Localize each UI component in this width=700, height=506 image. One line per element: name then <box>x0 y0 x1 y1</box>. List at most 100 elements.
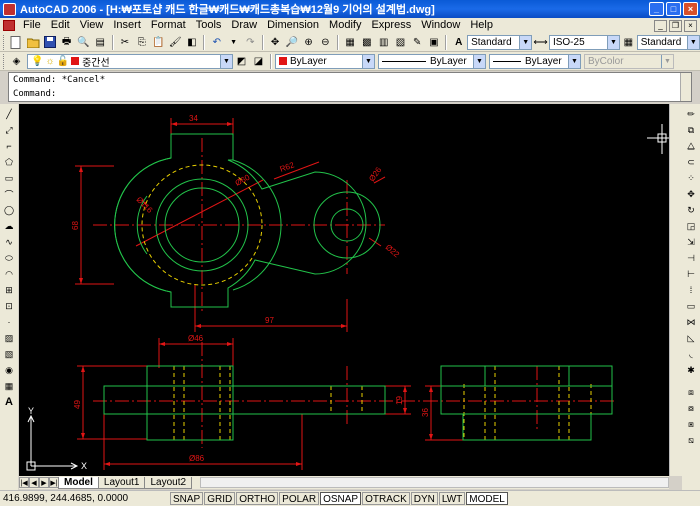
mtext-icon[interactable]: A <box>2 395 16 409</box>
redo-icon[interactable]: ↷ <box>243 35 258 50</box>
text-style-select[interactable]: Standard ▼ <box>467 34 533 50</box>
undo-dropdown-icon[interactable]: ▼ <box>226 35 241 50</box>
grid-toggle[interactable]: GRID <box>204 492 236 505</box>
dim-style-select[interactable]: ISO-25 ▼ <box>548 34 620 50</box>
command-window[interactable]: Command: *Cancel* Command: <box>8 72 692 102</box>
rotate-icon[interactable]: ↻ <box>684 203 698 217</box>
make-block-icon[interactable]: ⊡ <box>2 299 16 313</box>
menu-express[interactable]: Express <box>366 18 416 33</box>
fillet-icon[interactable]: ◟ <box>684 347 698 361</box>
close-button[interactable]: × <box>683 2 698 16</box>
dim-style-icon[interactable]: ⟷ <box>533 35 548 50</box>
spline-icon[interactable]: ∿ <box>2 235 16 249</box>
offset-icon[interactable]: ⊂ <box>684 155 698 169</box>
join-icon[interactable]: ⋈ <box>684 315 698 329</box>
layer-side-icon[interactable]: ⧅ <box>684 433 698 447</box>
explode-icon[interactable]: ✱ <box>684 363 698 377</box>
tab-first-icon[interactable]: |◀ <box>19 477 29 488</box>
inquiry-icon[interactable]: ⧆ <box>684 417 698 431</box>
revcloud-icon[interactable]: ☁ <box>2 219 16 233</box>
snap-toggle[interactable]: SNAP <box>170 492 204 505</box>
toolbar-grip-2[interactable] <box>3 53 6 69</box>
menu-draw[interactable]: Draw <box>226 18 262 33</box>
table-style-select[interactable]: Standard ▼ <box>636 34 700 50</box>
model-toggle[interactable]: MODEL <box>466 492 508 505</box>
doc-minimize-button[interactable]: _ <box>654 19 667 32</box>
save-icon[interactable] <box>43 35 58 50</box>
sheet-set-icon[interactable]: ▧ <box>393 35 408 50</box>
match-properties-icon[interactable]: 🖌 <box>168 35 183 50</box>
doc-close-button[interactable]: × <box>684 19 697 32</box>
command-scrollbar[interactable] <box>680 73 691 101</box>
gradient-icon[interactable]: ▧ <box>2 347 16 361</box>
properties-icon[interactable]: ▦ <box>343 35 358 50</box>
doc-restore-button[interactable]: ❐ <box>669 19 682 32</box>
polyline-icon[interactable]: ⌐ <box>2 139 16 153</box>
plot-icon[interactable]: 🖶 <box>59 35 74 50</box>
undo-icon[interactable]: ↶ <box>209 35 224 50</box>
zoom-window-icon[interactable]: ⊕ <box>301 35 316 50</box>
block-editor-icon[interactable]: ◧ <box>185 35 200 50</box>
menu-dimension[interactable]: Dimension <box>262 18 324 33</box>
scale-icon[interactable]: ◲ <box>684 219 698 233</box>
menu-file[interactable]: File <box>18 18 46 33</box>
erase-icon[interactable]: ✏ <box>684 107 698 121</box>
zoom-realtime-icon[interactable]: 🔎 <box>284 35 299 50</box>
vertical-scrollbar[interactable] <box>669 104 682 476</box>
menu-format[interactable]: Format <box>146 18 191 33</box>
calculator-icon[interactable]: ▣ <box>427 35 442 50</box>
make-object-layer-current-icon[interactable]: ◩ <box>234 54 249 69</box>
break-icon[interactable]: ▭ <box>684 299 698 313</box>
trim-icon[interactable]: ⊣ <box>684 251 698 265</box>
document-icon[interactable] <box>3 20 15 31</box>
menu-help[interactable]: Help <box>465 18 498 33</box>
layer-previous-icon[interactable]: ◪ <box>251 54 266 69</box>
design-center-icon[interactable]: ▩ <box>360 35 375 50</box>
open-icon[interactable] <box>26 35 41 50</box>
toolbar-grip[interactable] <box>3 34 6 50</box>
draworder-icon[interactable]: ⧈ <box>684 385 698 399</box>
tool-palettes-icon[interactable]: ▥ <box>376 35 391 50</box>
move-icon[interactable]: ✥ <box>684 187 698 201</box>
ellipse-arc-icon[interactable]: ◠ <box>2 267 16 281</box>
osnap-toggle[interactable]: OSNAP <box>320 492 362 505</box>
menu-window[interactable]: Window <box>416 18 465 33</box>
new-icon[interactable] <box>9 35 24 50</box>
polygon-icon[interactable]: ⬠ <box>2 155 16 169</box>
markup-icon[interactable]: ✎ <box>410 35 425 50</box>
menu-insert[interactable]: Insert <box>108 18 146 33</box>
region-icon[interactable]: ◉ <box>2 363 16 377</box>
paste-icon[interactable]: 📋 <box>151 35 166 50</box>
otrack-toggle[interactable]: OTRACK <box>362 492 410 505</box>
command-prompt[interactable]: Command: <box>9 87 691 101</box>
stretch-icon[interactable]: ⇲ <box>684 235 698 249</box>
color-select[interactable]: ByLayer ▼ <box>275 53 375 69</box>
point-icon[interactable]: · <box>2 315 16 329</box>
pan-icon[interactable]: ✥ <box>268 35 283 50</box>
table-style-icon[interactable]: ▦ <box>621 35 636 50</box>
tab-model[interactable]: Model <box>58 476 99 489</box>
horizontal-scrollbar[interactable] <box>200 477 669 488</box>
minimize-button[interactable]: _ <box>649 2 664 16</box>
tab-layout1[interactable]: Layout1 <box>97 476 146 489</box>
array-icon[interactable]: ⁘ <box>684 171 698 185</box>
menu-edit[interactable]: Edit <box>46 18 75 33</box>
xline-icon[interactable]: ⤢ <box>2 123 16 137</box>
lwt-toggle[interactable]: LWT <box>438 492 466 505</box>
layer-select[interactable]: 💡 ☼ 🔓 중간선 ▼ <box>27 53 233 69</box>
text-style-icon[interactable]: A <box>451 35 466 50</box>
zoom-previous-icon[interactable]: ⊖ <box>318 35 333 50</box>
arc-icon[interactable]: ⌒ <box>2 187 16 201</box>
ellipse-icon[interactable]: ⬭ <box>2 251 16 265</box>
circle-icon[interactable]: ◯ <box>2 203 16 217</box>
menu-view[interactable]: View <box>75 18 109 33</box>
coordinate-readout[interactable]: 416.9899, 244.4685, 0.0000 <box>0 493 170 504</box>
hatch-icon[interactable]: ▨ <box>2 331 16 345</box>
maximize-button[interactable]: □ <box>666 2 681 16</box>
layer-manager-icon[interactable]: ◈ <box>9 54 24 69</box>
linetype-select[interactable]: ByLayer ▼ <box>378 53 486 69</box>
menu-modify[interactable]: Modify <box>324 18 366 33</box>
plot-preview-icon[interactable]: 🔍 <box>76 35 91 50</box>
extend-icon[interactable]: ⊢ <box>684 267 698 281</box>
drawing-area[interactable]: 34 Ø60 R62 Ø116 Ø26 Ø22 68 97 Ø46 49 19 … <box>19 104 669 476</box>
